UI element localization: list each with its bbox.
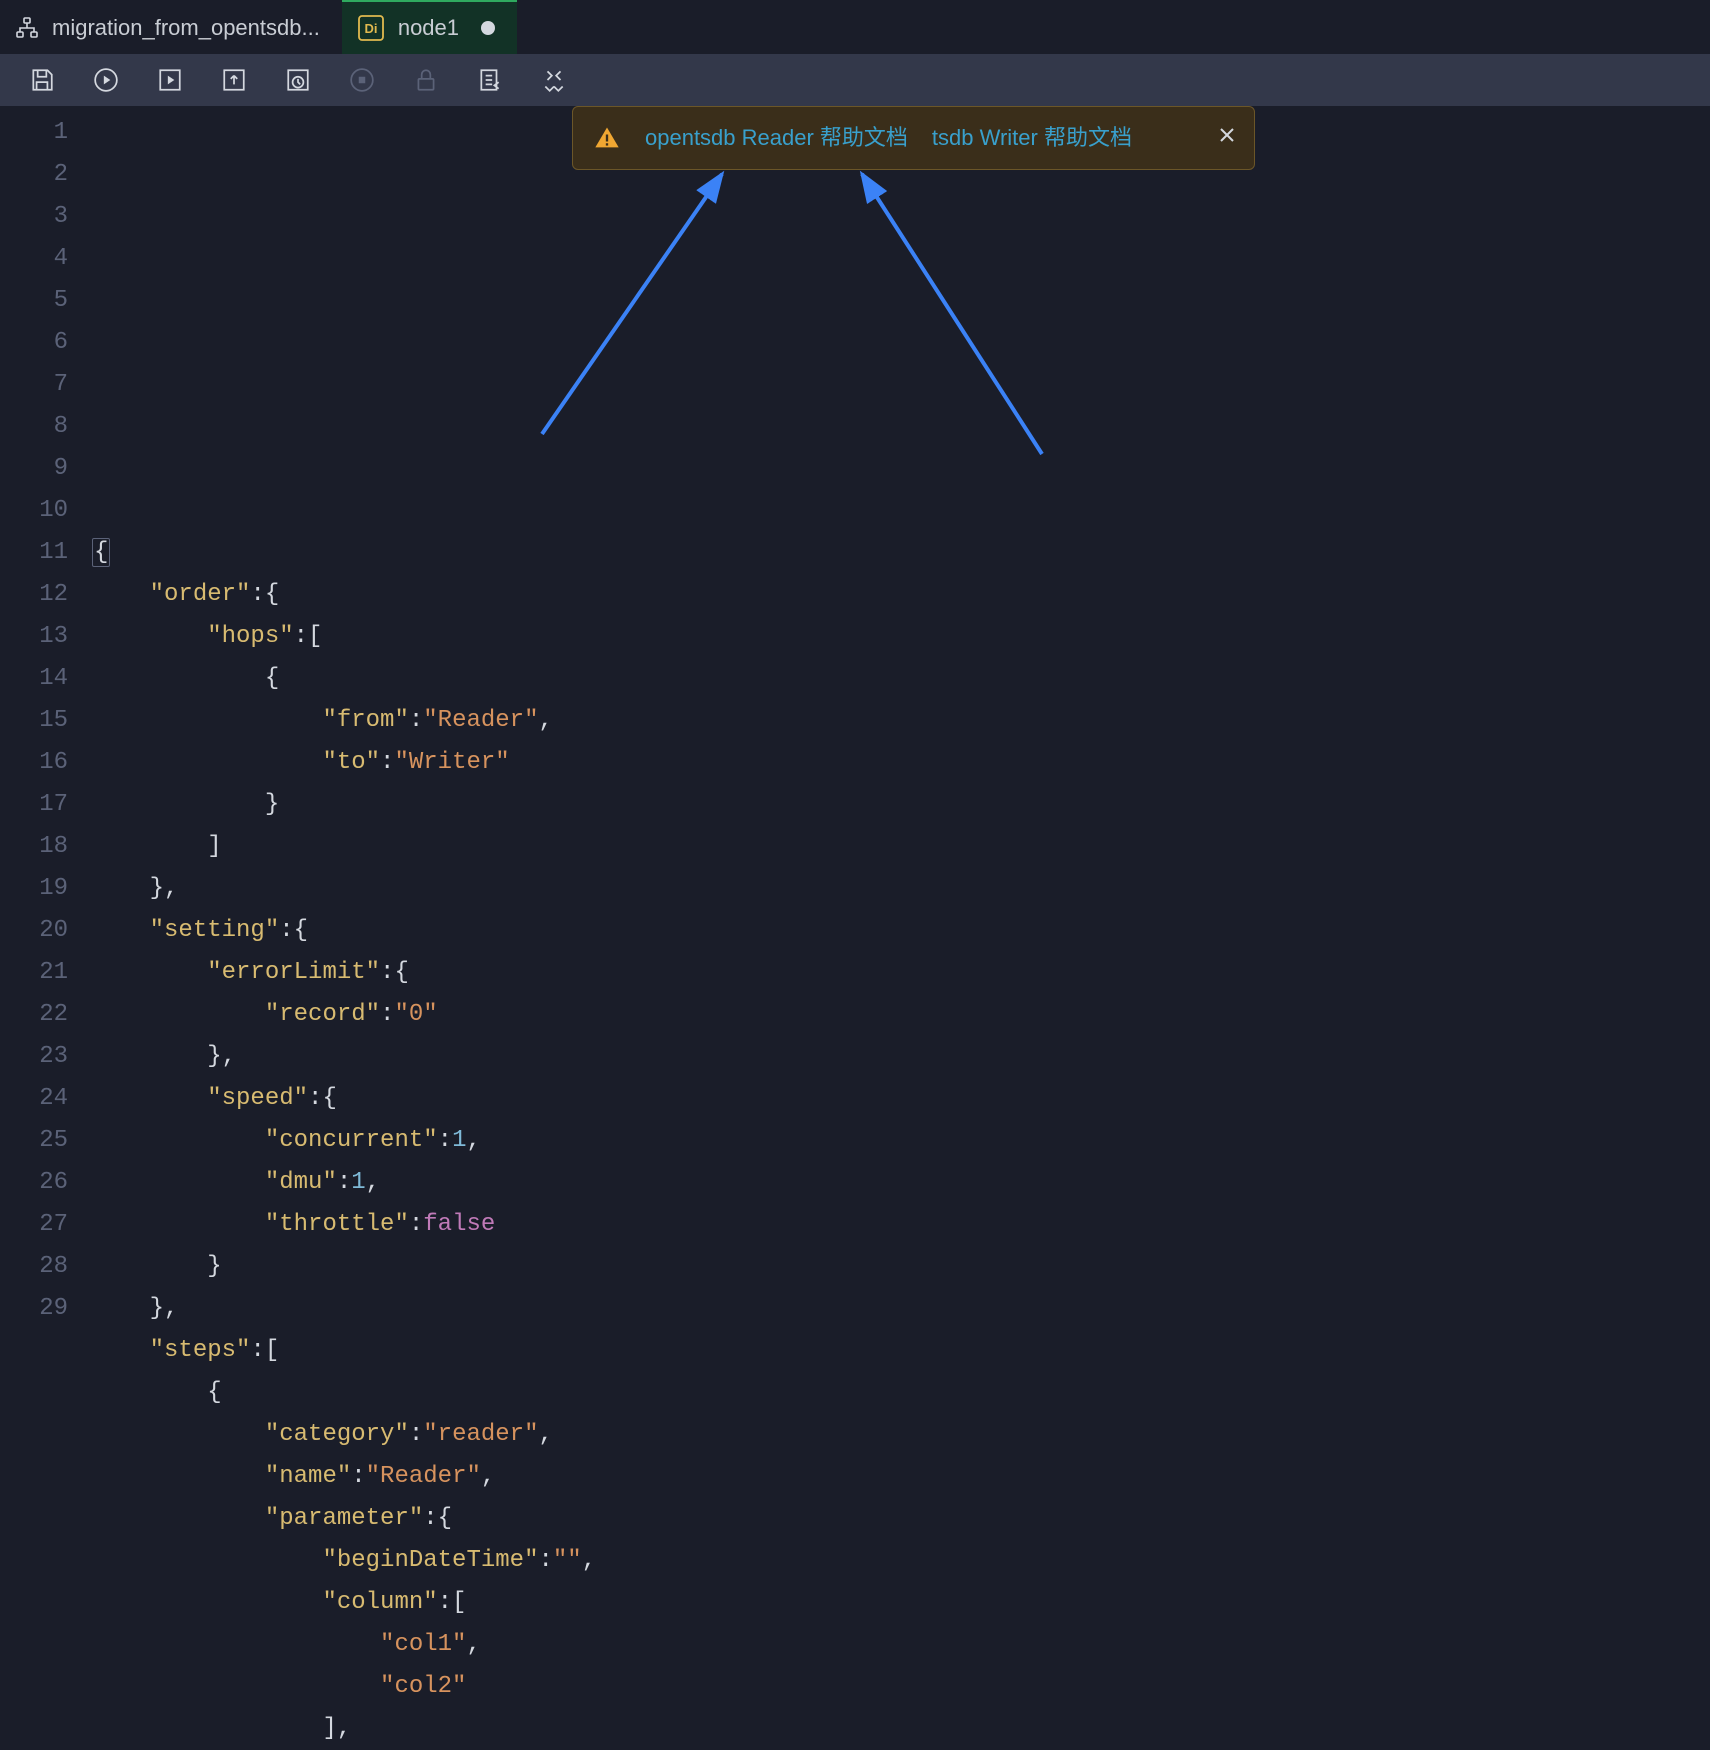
line-number: 9 xyxy=(0,448,68,490)
line-number: 11 xyxy=(0,532,68,574)
code-line[interactable]: "hops":[ xyxy=(92,616,1710,658)
code-line[interactable]: "col1", xyxy=(92,1624,1710,1666)
unsaved-indicator-icon xyxy=(481,21,495,35)
code-line[interactable]: "to":"Writer" xyxy=(92,742,1710,784)
run-params-button[interactable] xyxy=(156,66,184,94)
lock-button xyxy=(412,66,440,94)
run-button[interactable] xyxy=(92,66,120,94)
help-link-writer[interactable]: tsdb Writer 帮助文档 xyxy=(932,117,1132,159)
svg-text:Di: Di xyxy=(364,21,377,36)
line-number: 26 xyxy=(0,1162,68,1204)
stop-button xyxy=(348,66,376,94)
line-number: 17 xyxy=(0,784,68,826)
code-line[interactable]: ] xyxy=(92,826,1710,868)
line-number: 14 xyxy=(0,658,68,700)
line-number: 3 xyxy=(0,196,68,238)
code-line[interactable]: "dmu":1, xyxy=(92,1162,1710,1204)
schedule-button[interactable] xyxy=(284,66,312,94)
line-number: 15 xyxy=(0,700,68,742)
code-line[interactable]: }, xyxy=(92,868,1710,910)
annotation-arrow-icon xyxy=(532,164,732,444)
format-button[interactable] xyxy=(540,66,568,94)
line-number: 24 xyxy=(0,1078,68,1120)
line-number: 12 xyxy=(0,574,68,616)
code-line[interactable]: { xyxy=(92,658,1710,700)
code-line[interactable]: "parameter":{ xyxy=(92,1498,1710,1540)
code-line[interactable]: "steps":[ xyxy=(92,1330,1710,1372)
line-number: 25 xyxy=(0,1120,68,1162)
deploy-button[interactable] xyxy=(220,66,248,94)
editor-toolbar xyxy=(0,54,1710,106)
line-number: 22 xyxy=(0,994,68,1036)
workflow-icon xyxy=(16,17,38,39)
annotation-arrow-icon xyxy=(852,164,1052,464)
code-line[interactable]: "record":"0" xyxy=(92,994,1710,1036)
line-number: 5 xyxy=(0,280,68,322)
line-number: 16 xyxy=(0,742,68,784)
line-number: 29 xyxy=(0,1288,68,1330)
code-line[interactable]: "col2" xyxy=(92,1666,1710,1708)
warning-icon xyxy=(593,124,621,152)
line-number: 13 xyxy=(0,616,68,658)
line-number: 10 xyxy=(0,490,68,532)
line-number-gutter: 1234567891011121314151617181920212223242… xyxy=(0,106,92,1358)
line-number: 20 xyxy=(0,910,68,952)
code-line[interactable]: "beginDateTime":"", xyxy=(92,1540,1710,1582)
line-number: 7 xyxy=(0,364,68,406)
code-line[interactable]: "concurrent":1, xyxy=(92,1120,1710,1162)
tab-label: node1 xyxy=(398,15,459,41)
line-number: 19 xyxy=(0,868,68,910)
code-line[interactable]: "setting":{ xyxy=(92,910,1710,952)
line-number: 8 xyxy=(0,406,68,448)
code-line[interactable]: "throttle":false xyxy=(92,1204,1710,1246)
line-number: 18 xyxy=(0,826,68,868)
code-line[interactable]: "column":[ xyxy=(92,1582,1710,1624)
code-line[interactable]: { xyxy=(92,1372,1710,1414)
line-number: 27 xyxy=(0,1204,68,1246)
code-line[interactable]: }, xyxy=(92,1288,1710,1330)
tab-migration[interactable]: migration_from_opentsdb... xyxy=(0,0,342,54)
help-link-reader[interactable]: opentsdb Reader 帮助文档 xyxy=(645,117,908,159)
code-line[interactable]: ], xyxy=(92,1708,1710,1750)
code-line[interactable]: { xyxy=(92,532,1710,574)
line-number: 23 xyxy=(0,1036,68,1078)
code-line[interactable]: "order":{ xyxy=(92,574,1710,616)
line-number: 21 xyxy=(0,952,68,994)
code-line[interactable]: } xyxy=(92,1246,1710,1288)
code-content[interactable]: opentsdb Reader 帮助文档 tsdb Writer 帮助文档 { … xyxy=(92,106,1710,1358)
editor-tabs: migration_from_opentsdb... Di node1 xyxy=(0,0,1710,54)
code-line[interactable]: "speed":{ xyxy=(92,1078,1710,1120)
line-number: 2 xyxy=(0,154,68,196)
close-icon[interactable] xyxy=(1174,75,1236,201)
code-line[interactable]: }, xyxy=(92,1036,1710,1078)
code-line[interactable]: "category":"reader", xyxy=(92,1414,1710,1456)
code-line[interactable]: "from":"Reader", xyxy=(92,700,1710,742)
tab-node1[interactable]: Di node1 xyxy=(342,0,517,54)
code-line[interactable]: "name":"Reader", xyxy=(92,1456,1710,1498)
code-line[interactable]: } xyxy=(92,784,1710,826)
import-button[interactable] xyxy=(476,66,504,94)
line-number: 1 xyxy=(0,112,68,154)
code-line[interactable]: "errorLimit":{ xyxy=(92,952,1710,994)
line-number: 4 xyxy=(0,238,68,280)
tab-label: migration_from_opentsdb... xyxy=(52,15,320,41)
code-editor[interactable]: 1234567891011121314151617181920212223242… xyxy=(0,106,1710,1358)
save-button[interactable] xyxy=(28,66,56,94)
line-number: 28 xyxy=(0,1246,68,1288)
help-doc-toast: opentsdb Reader 帮助文档 tsdb Writer 帮助文档 xyxy=(572,106,1255,170)
di-icon: Di xyxy=(358,15,384,41)
line-number: 6 xyxy=(0,322,68,364)
